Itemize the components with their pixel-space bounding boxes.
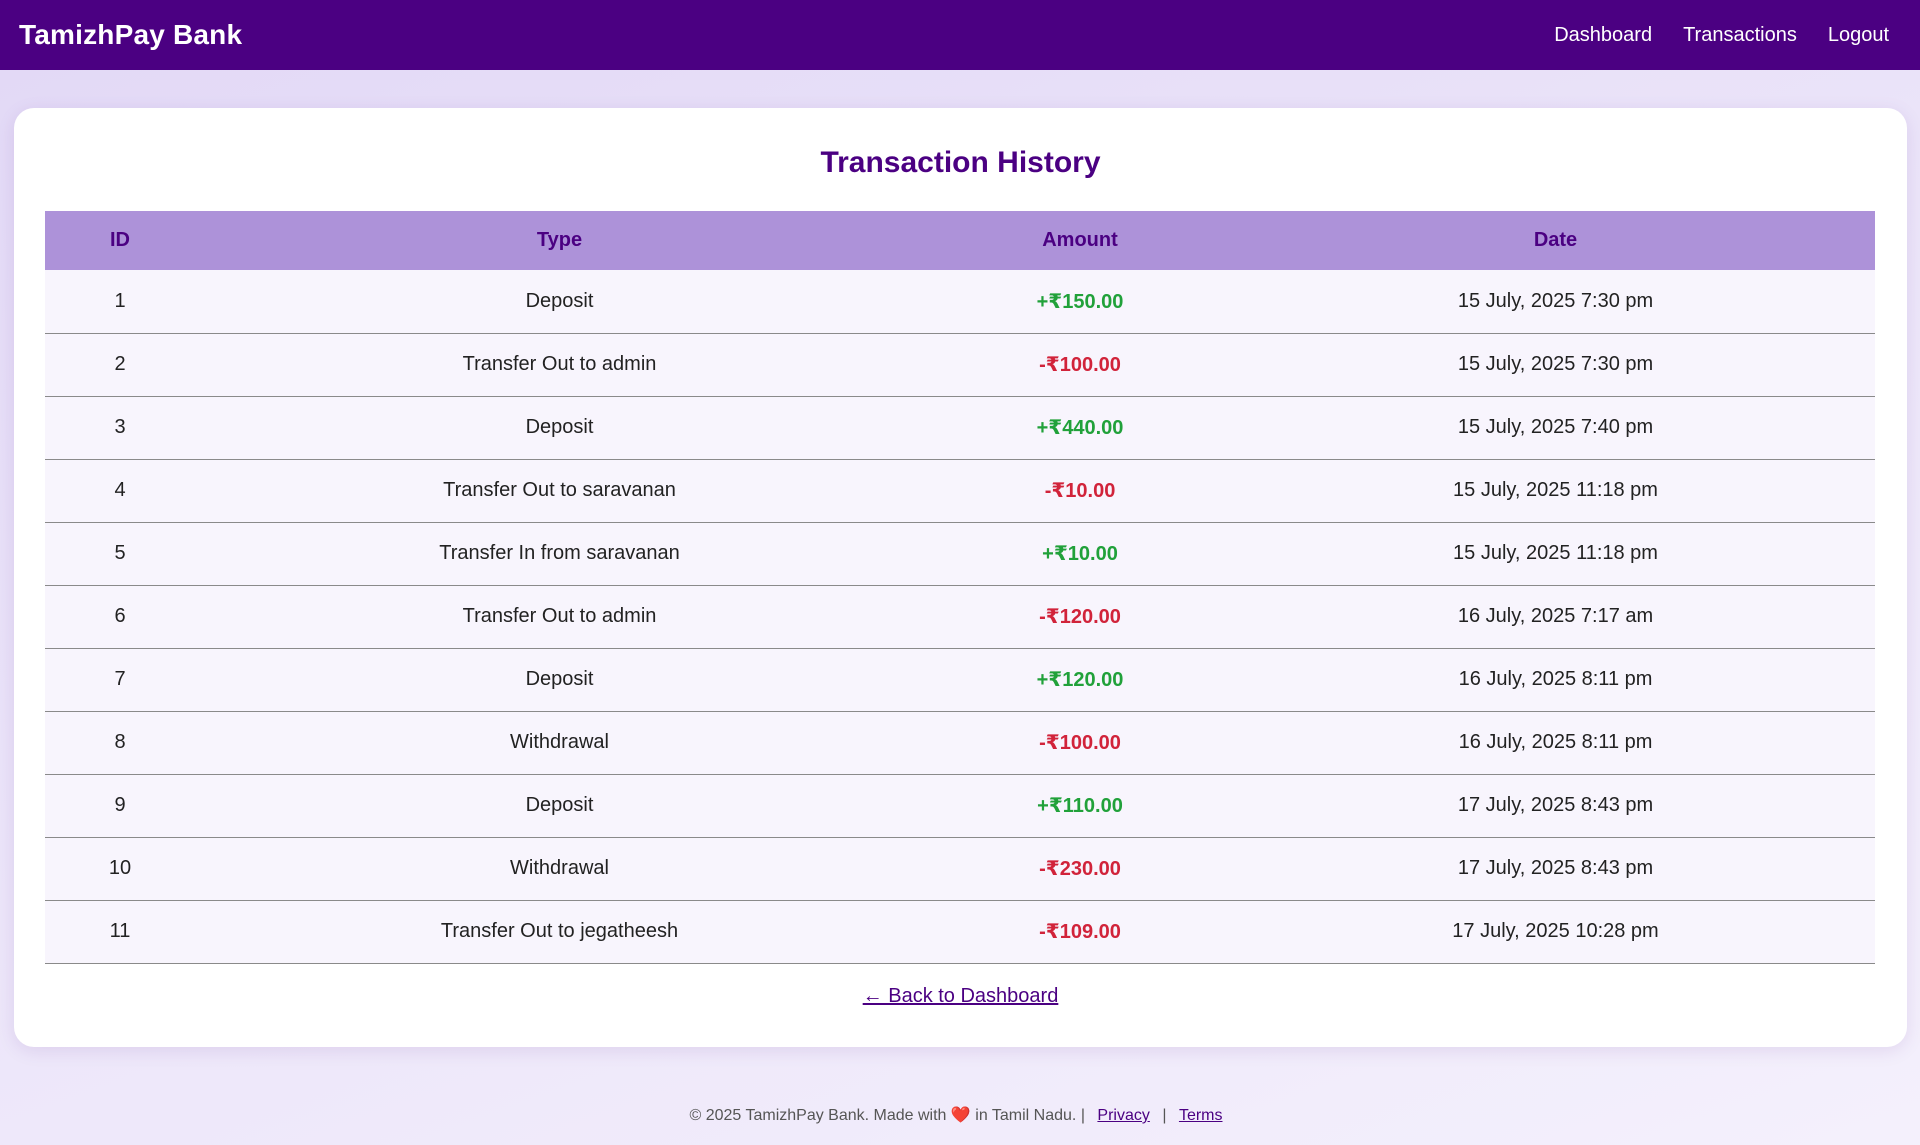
brand-logo[interactable]: TamizhPay Bank bbox=[19, 19, 242, 51]
table-row: 7 Deposit +₹120.00 16 July, 2025 8:11 pm bbox=[45, 648, 1875, 711]
cell-id: 3 bbox=[114, 416, 126, 438]
cell-id: 5 bbox=[114, 542, 126, 564]
cell-amount: +₹110.00 bbox=[1037, 795, 1123, 817]
table-row: 1 Deposit +₹150.00 15 July, 2025 7:30 pm bbox=[45, 270, 1875, 333]
privacy-link[interactable]: Privacy bbox=[1097, 1107, 1149, 1124]
cell-date: 17 July, 2025 8:43 pm bbox=[1457, 857, 1654, 879]
nav-transactions-link[interactable]: Transactions bbox=[1683, 24, 1797, 47]
cell-date: 15 July, 2025 7:40 pm bbox=[1457, 416, 1654, 438]
cell-type: Transfer Out to saravanan bbox=[443, 479, 676, 501]
cell-date: 15 July, 2025 7:30 pm bbox=[1457, 353, 1654, 375]
cell-type: Transfer Out to admin bbox=[462, 353, 657, 375]
cell-amount: +₹150.00 bbox=[1036, 290, 1124, 313]
footer-location: in Tamil Nadu. | bbox=[975, 1107, 1085, 1124]
cell-type: Deposit bbox=[525, 289, 594, 312]
back-link-container: ← Back to Dashboard bbox=[14, 985, 1907, 1008]
cell-id: 1 bbox=[114, 289, 126, 312]
table-row: 8 Withdrawal -₹100.00 16 July, 2025 8:11 pm bbox=[45, 711, 1875, 774]
cell-date: 15 July, 2025 11:18 pm bbox=[1453, 479, 1658, 501]
top-navbar: TamizhPay Bank Dashboard Transactions Lo… bbox=[0, 0, 1920, 70]
table-header-row: ID Type Amount Date bbox=[45, 211, 1875, 270]
cell-amount: -₹230.00 bbox=[1039, 858, 1121, 880]
cell-date: 17 July, 2025 10:28 pm bbox=[1452, 920, 1659, 942]
table-row: 6 Transfer Out to admin -₹120.00 16 July, 2… bbox=[45, 585, 1875, 648]
back-to-dashboard-link[interactable]: ← Back to Dashboard bbox=[863, 985, 1059, 1007]
transaction-history-card: Transaction History ID Type Amount Date … bbox=[14, 108, 1907, 1047]
nav-logout-link[interactable]: Logout bbox=[1828, 24, 1889, 47]
cell-amount: -₹120.00 bbox=[1039, 606, 1121, 628]
cell-date: 15 July, 2025 11:18 pm bbox=[1453, 542, 1658, 564]
table-row: 10 Withdrawal -₹230.00 17 July, 2025 8:43 p… bbox=[45, 837, 1875, 900]
cell-id: 9 bbox=[114, 794, 126, 816]
terms-link[interactable]: Terms bbox=[1179, 1107, 1223, 1124]
cell-type: Withdrawal bbox=[510, 857, 609, 879]
cell-id: 11 bbox=[109, 920, 131, 942]
transactions-table: ID Type Amount Date 1 Deposit +₹150.00 15 J… bbox=[45, 211, 1875, 964]
cell-id: 4 bbox=[114, 479, 126, 501]
nav-dashboard-link[interactable]: Dashboard bbox=[1554, 24, 1652, 47]
column-header-id: ID bbox=[110, 229, 130, 251]
cell-type: Withdrawal bbox=[510, 731, 609, 753]
heart-icon: ❤️ bbox=[950, 1107, 971, 1124]
cell-id: 8 bbox=[114, 731, 126, 753]
cell-type: Transfer Out to admin bbox=[462, 605, 657, 627]
page-title: Transaction History bbox=[820, 146, 1101, 179]
table-row: 11 Transfer Out to jegatheesh -₹109.00 17 J… bbox=[45, 900, 1875, 963]
cell-type: Transfer In from saravanan bbox=[439, 542, 680, 564]
column-header-amount: Amount bbox=[1042, 229, 1118, 251]
table-header: ID Type Amount Date bbox=[45, 211, 1875, 270]
cell-amount: -₹100.00 bbox=[1039, 354, 1121, 376]
main-nav: Dashboard Transactions Logout bbox=[1554, 24, 1901, 47]
column-header-date: Date bbox=[1533, 229, 1578, 251]
cell-date: 16 July, 2025 8:11 pm bbox=[1458, 668, 1653, 690]
table-row: 4 Transfer Out to saravanan -₹10.00 15 July… bbox=[45, 459, 1875, 522]
table-row: 2 Transfer Out to admin -₹100.00 15 July, 2… bbox=[45, 333, 1875, 396]
cell-id: 7 bbox=[114, 668, 126, 690]
column-header-type: Type bbox=[536, 229, 583, 251]
table-row: 3 Deposit +₹440.00 15 July, 2025 7:40 pm bbox=[45, 396, 1875, 459]
cell-date: 15 July, 2025 7:30 pm bbox=[1457, 289, 1654, 312]
cell-id: 10 bbox=[108, 857, 132, 879]
cell-amount: +₹120.00 bbox=[1036, 669, 1124, 691]
cell-date: 16 July, 2025 8:11 pm bbox=[1458, 731, 1653, 753]
page-footer: © 2025 TamizhPay Bank. Made with ❤️ in T… bbox=[0, 1105, 1920, 1125]
cell-id: 2 bbox=[114, 353, 126, 375]
table-body: 1 Deposit +₹150.00 15 July, 2025 7:30 pm 2 Tr… bbox=[45, 270, 1875, 963]
cell-type: Deposit bbox=[525, 668, 594, 690]
cell-amount: -₹10.00 bbox=[1044, 480, 1116, 502]
cell-id: 6 bbox=[114, 605, 126, 627]
table-row: 5 Transfer In from saravanan +₹10.00 15 Jul… bbox=[45, 522, 1875, 585]
cell-amount: -₹100.00 bbox=[1039, 732, 1121, 754]
cell-amount: +₹10.00 bbox=[1042, 543, 1118, 565]
footer-copyright: © 2025 TamizhPay Bank. Made with bbox=[689, 1107, 947, 1124]
cell-amount: -₹109.00 bbox=[1039, 921, 1121, 943]
cell-date: 16 July, 2025 7:17 am bbox=[1457, 605, 1654, 627]
cell-type: Transfer Out to jegatheesh bbox=[440, 920, 679, 942]
cell-type: Deposit bbox=[525, 794, 594, 816]
footer-separator: | bbox=[1162, 1107, 1167, 1124]
table-row: 9 Deposit +₹110.00 17 July, 2025 8:43 pm bbox=[45, 774, 1875, 837]
cell-amount: +₹440.00 bbox=[1036, 417, 1124, 439]
cell-type: Deposit bbox=[525, 416, 594, 438]
cell-date: 17 July, 2025 8:43 pm bbox=[1457, 794, 1654, 816]
